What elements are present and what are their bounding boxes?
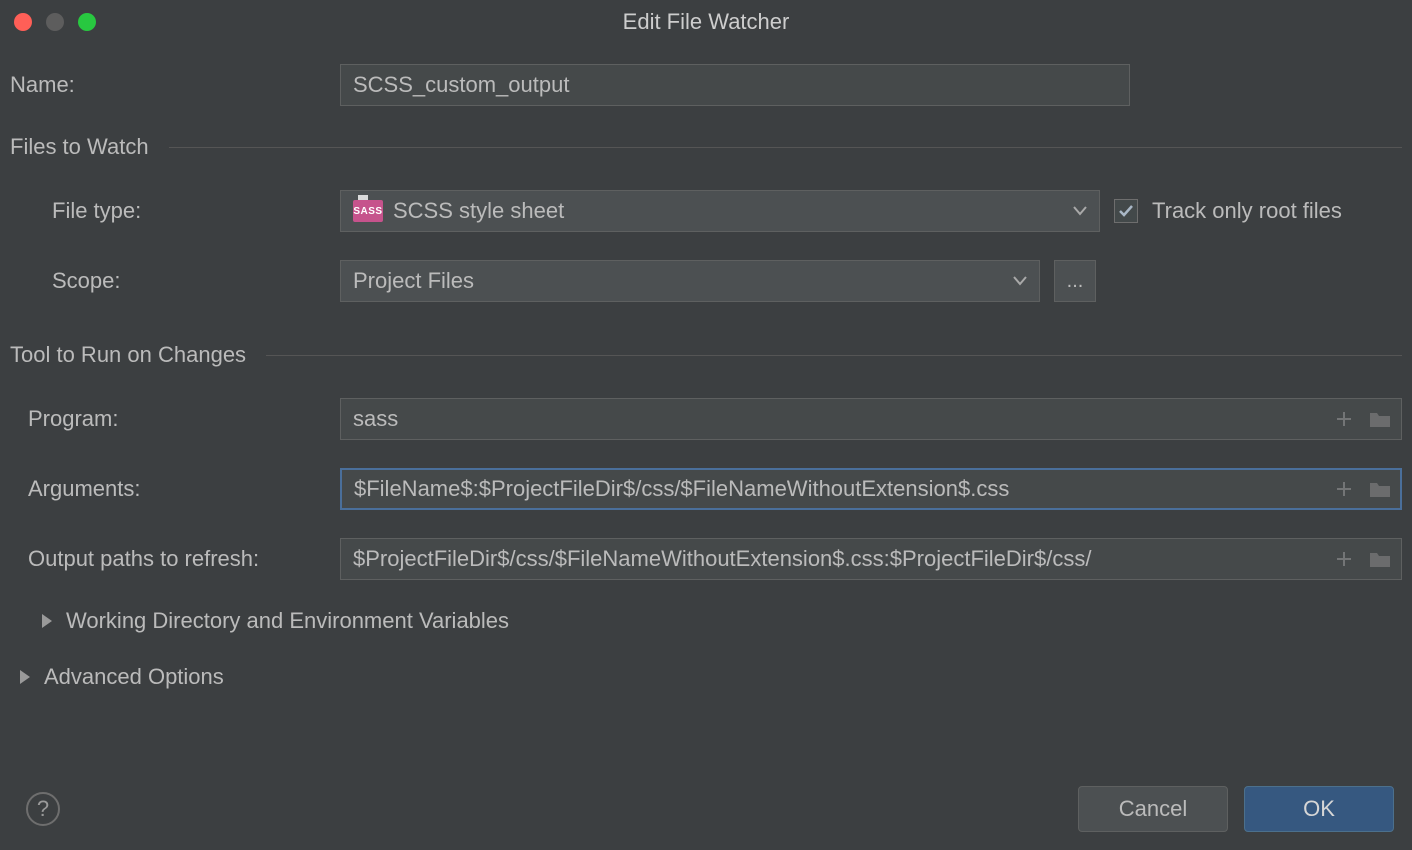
track-only-root-checkbox[interactable]: [1114, 199, 1138, 223]
close-window-button[interactable]: [14, 13, 32, 31]
arguments-label: Arguments:: [10, 476, 340, 502]
sass-file-icon: SASS: [353, 200, 383, 222]
titlebar: Edit File Watcher: [0, 0, 1412, 44]
section-files-to-watch-label: Files to Watch: [10, 134, 149, 160]
triangle-right-icon: [42, 614, 52, 628]
minimize-window-button[interactable]: [46, 13, 64, 31]
plus-icon[interactable]: [1334, 549, 1354, 569]
divider: [169, 147, 1402, 148]
window-controls: [14, 13, 96, 31]
advanced-options-expander[interactable]: Advanced Options: [20, 664, 1402, 690]
arguments-row: Arguments:: [10, 468, 1402, 510]
program-row: Program:: [10, 398, 1402, 440]
scope-selected: Project Files: [353, 268, 474, 294]
name-row: Name:: [10, 64, 1402, 106]
folder-browse-icon[interactable]: [1368, 549, 1392, 569]
zoom-window-button[interactable]: [78, 13, 96, 31]
output-paths-row: Output paths to refresh:: [10, 538, 1402, 580]
file-type-select[interactable]: SASS SCSS style sheet: [340, 190, 1100, 232]
section-tool-to-run: Tool to Run on Changes: [10, 342, 1402, 368]
section-tool-to-run-label: Tool to Run on Changes: [10, 342, 246, 368]
scope-select[interactable]: Project Files: [340, 260, 1040, 302]
track-only-root-label[interactable]: Track only root files: [1152, 198, 1342, 224]
output-paths-input[interactable]: [340, 538, 1402, 580]
window-title: Edit File Watcher: [0, 9, 1412, 35]
triangle-right-icon: [20, 670, 30, 684]
chevron-down-icon: [1013, 276, 1027, 286]
scope-browse-button[interactable]: ...: [1054, 260, 1096, 302]
scope-label: Scope:: [10, 268, 340, 294]
cancel-button[interactable]: Cancel: [1078, 786, 1228, 832]
working-dir-expander-label: Working Directory and Environment Variab…: [66, 608, 509, 634]
name-label: Name:: [10, 72, 340, 98]
program-input[interactable]: [340, 398, 1402, 440]
ok-button[interactable]: OK: [1244, 786, 1394, 832]
help-button[interactable]: ?: [26, 792, 60, 826]
arguments-input[interactable]: [340, 468, 1402, 510]
dialog-content: Name: Files to Watch File type: SASS SCS…: [0, 44, 1412, 690]
folder-browse-icon[interactable]: [1368, 479, 1392, 499]
file-type-selected: SCSS style sheet: [393, 198, 564, 224]
advanced-options-expander-label: Advanced Options: [44, 664, 224, 690]
chevron-down-icon: [1073, 206, 1087, 216]
divider: [266, 355, 1402, 356]
scope-row: Scope: Project Files ...: [10, 260, 1402, 302]
section-files-to-watch: Files to Watch: [10, 134, 1402, 160]
plus-icon[interactable]: [1334, 409, 1354, 429]
folder-browse-icon[interactable]: [1368, 409, 1392, 429]
program-label: Program:: [10, 406, 340, 432]
name-input[interactable]: [340, 64, 1130, 106]
output-paths-label: Output paths to refresh:: [10, 546, 340, 572]
dialog-footer: ? Cancel OK: [0, 772, 1412, 850]
working-dir-expander[interactable]: Working Directory and Environment Variab…: [42, 608, 1402, 634]
file-type-label: File type:: [10, 198, 340, 224]
plus-icon[interactable]: [1334, 479, 1354, 499]
file-type-row: File type: SASS SCSS style sheet Track o…: [10, 190, 1402, 232]
